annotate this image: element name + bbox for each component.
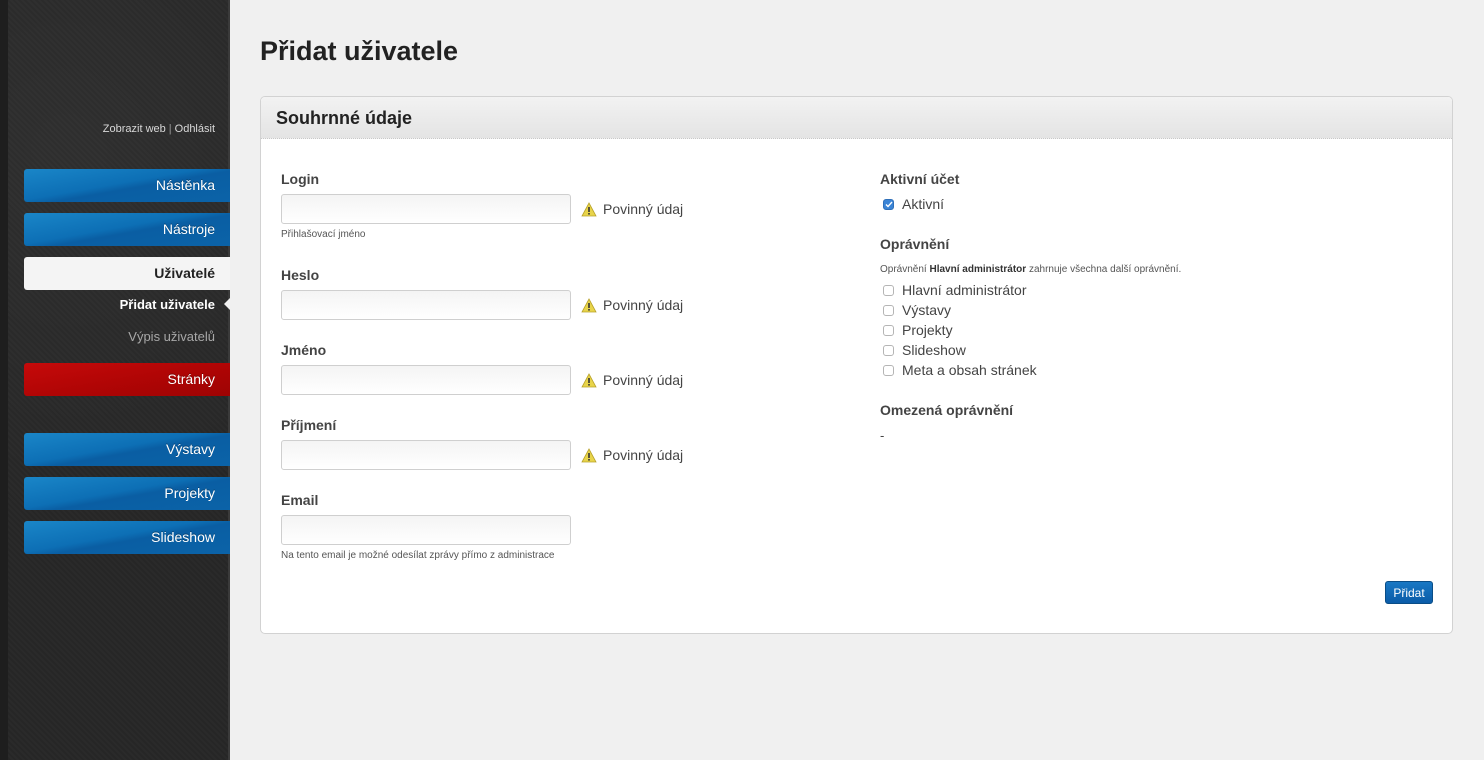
logout-link[interactable]: Odhlásit [175,123,215,135]
checkmark-icon [885,201,893,208]
first-name-label: Jméno [281,342,327,358]
permission-item[interactable]: Výstavy [883,302,951,318]
last-name-required: Povinný údaj [581,447,683,463]
nav-item-exhibitions[interactable]: Výstavy [24,433,230,466]
permission-checkbox-exhibitions[interactable] [883,304,894,316]
permissions-label: Oprávnění [880,236,950,252]
permission-checkbox-projects[interactable] [883,324,894,336]
password-input[interactable] [281,290,571,320]
warning-icon [581,297,597,312]
required-text: Povinný údaj [603,297,684,313]
page-title: Přidat uživatele [260,36,459,66]
first-name-input[interactable] [281,365,571,395]
nav-item-dashboard[interactable]: Nástěnka [24,169,230,202]
permission-checkbox-meta-content[interactable] [883,364,894,376]
permission-label: Meta a obsah stránek [902,362,1037,378]
warning-icon [581,201,597,216]
required-text: Povinný údaj [603,201,684,217]
top-links: Zobrazit web | Odhlásit [103,123,215,135]
note-prefix: Oprávnění [880,264,930,275]
permission-checkbox-main-admin[interactable] [883,284,894,296]
submit-button[interactable]: Přidat [1385,581,1433,604]
email-input[interactable] [281,515,571,545]
note-suffix: zahrnuje všechna další oprávnění. [1026,264,1182,275]
nav-item-users[interactable]: Uživatelé [24,257,230,290]
permission-label: Výstavy [902,302,952,318]
active-indicator-icon [224,298,230,310]
sidebar: Zobrazit web | Odhlásit Nástěnka Nástroje … [0,0,230,760]
permission-item[interactable]: Hlavní administrátor [883,282,1027,298]
login-hint: Přihlašovací jméno [281,229,366,240]
note-bold: Hlavní administrátor [929,264,1027,275]
limited-permissions-label: Omezená oprávnění [880,402,1014,418]
subnav-add-user[interactable]: Přidat uživatele [120,297,215,312]
permission-label: Slideshow [902,342,966,358]
login-required: Povinný údaj [581,201,683,217]
email-label: Email [281,492,319,508]
sidebar-edge [0,0,8,760]
email-hint: Na tento email je možné odesílat zprávy … [281,550,555,561]
login-input[interactable] [281,194,571,224]
link-separator: | [168,123,172,135]
subnav-user-list[interactable]: Výpis uživatelů [128,329,215,344]
active-checkbox[interactable] [883,198,894,210]
last-name-label: Příjmení [281,417,337,433]
nav-item-tools[interactable]: Nástroje [24,213,230,246]
warning-icon [581,447,597,462]
warning-icon [581,372,597,387]
nav-item-projects[interactable]: Projekty [24,477,230,510]
view-site-link[interactable]: Zobrazit web [103,123,166,135]
active-account-label: Aktivní účet [880,171,960,187]
limited-permissions-value: - [880,428,885,443]
first-name-required: Povinný údaj [581,372,683,388]
required-text: Povinný údaj [603,447,684,463]
login-label: Login [281,171,320,187]
panel-title: Souhrnné údaje [261,97,1452,139]
active-checkbox-label: Aktivní [902,196,945,212]
permissions-note: Oprávnění Hlavní administrátor zahrnuje … [880,264,1181,275]
password-label: Heslo [281,267,320,283]
nav-item-slideshow[interactable]: Slideshow [24,521,230,554]
last-name-input[interactable] [281,440,571,470]
permission-label: Hlavní administrátor [902,282,1027,298]
nav-item-pages[interactable]: Stránky [24,363,230,396]
required-text: Povinný údaj [603,372,684,388]
permission-item[interactable]: Meta a obsah stránek [883,362,1037,378]
permission-item[interactable]: Slideshow [883,342,966,358]
permission-checkbox-slideshow[interactable] [883,344,894,356]
permission-item[interactable]: Projekty [883,322,953,338]
summary-panel: Souhrnné údaje Login Povinný údaj Přihla… [260,96,1453,634]
active-checkbox-row[interactable]: Aktivní [883,196,944,212]
password-required: Povinný údaj [581,297,683,313]
permission-label: Projekty [902,322,953,338]
